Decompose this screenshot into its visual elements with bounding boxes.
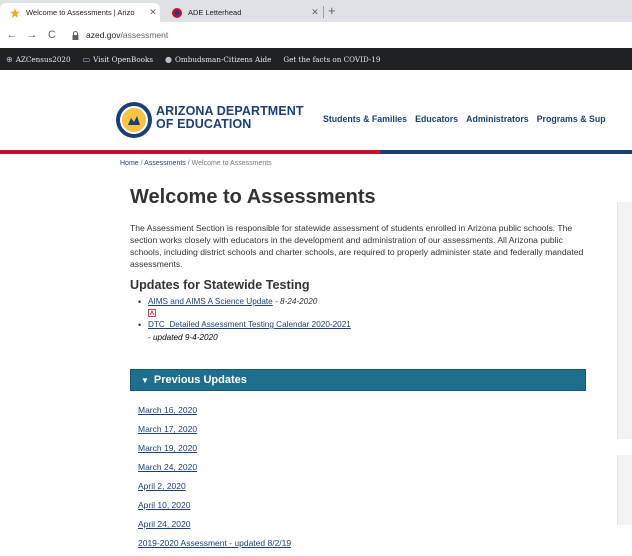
sidebar-panel-secondary — [617, 455, 632, 525]
dtc-calendar-link[interactable]: DTC_Detailed Assessment Testing Calendar… — [148, 320, 351, 329]
globe-icon: ⊕ — [6, 54, 13, 64]
list-item: DTC_Detailed Assessment Testing Calendar… — [138, 319, 351, 331]
breadcrumb-separator: / — [187, 160, 190, 167]
site-header: ARIZONA DEPARTMENT OF EDUCATION Students… — [0, 70, 632, 150]
bookmark-label: AZCensus2020 — [15, 54, 71, 64]
updates-heading: Updates for Statewide Testing — [130, 278, 310, 292]
list-item: March 17, 2020 — [138, 423, 291, 442]
brand-line-2: OF EDUCATION — [156, 117, 252, 131]
bookmark-label: Get the facts on COVID-19 — [283, 54, 381, 64]
bookmarks-bar: ⊕ AZCensus2020 ▭ Visit OpenBooks ● Ombudsma… — [0, 48, 632, 70]
bookmark-azcensus[interactable]: ⊕ AZCensus2020 — [6, 55, 71, 64]
previous-updates-accordion[interactable]: ▼ Previous Updates — [130, 369, 586, 391]
breadcrumb-assessments[interactable]: Assessments — [144, 160, 186, 167]
list-item: March 19, 2020 — [138, 442, 291, 461]
person-icon: ● — [165, 54, 173, 64]
tab-title: ADE Letterhead — [188, 8, 242, 17]
previous-update-link[interactable]: April 2, 2020 — [138, 481, 186, 491]
update-date: - 8-24-2020 — [272, 297, 318, 306]
list-item: AIMS and AIMS A Science Update - 8-24-20… — [138, 296, 351, 317]
ade-favicon-icon — [172, 7, 182, 18]
list-item: April 2, 2020 — [138, 480, 291, 499]
previous-update-link[interactable]: March 16, 2020 — [138, 405, 197, 415]
previous-update-link[interactable]: April 10, 2020 — [138, 500, 190, 510]
book-icon: ▭ — [82, 54, 91, 64]
close-tab-icon[interactable]: ✕ — [308, 7, 322, 18]
bookmark-openbooks[interactable]: ▭ Visit OpenBooks — [83, 55, 153, 64]
previous-updates-list: March 16, 2020 March 17, 2020 March 19, … — [138, 404, 291, 556]
bookmark-covid[interactable]: Get the facts on COVID-19 — [283, 55, 380, 64]
bookmark-label: Visit OpenBooks — [93, 54, 154, 64]
list-item: March 16, 2020 — [138, 404, 291, 423]
list-item: April 24, 2020 — [138, 518, 291, 537]
aims-science-update-link[interactable]: AIMS and AIMS A Science Update — [148, 297, 273, 306]
previous-update-link[interactable]: March 24, 2020 — [138, 462, 197, 472]
nav-programs-support[interactable]: Programs & Sup — [537, 114, 606, 124]
updates-list: AIMS and AIMS A Science Update - 8-24-20… — [138, 296, 351, 331]
previous-update-link[interactable]: April 24, 2020 — [138, 519, 190, 529]
forward-arrow-icon[interactable]: → — [24, 29, 40, 41]
previous-update-link[interactable]: 2019-2020 Assessment - updated 8/2/19 — [138, 538, 291, 548]
tab-ade-letterhead[interactable]: ADE Letterhead ✕ — [162, 3, 322, 22]
list-item: March 24, 2020 — [138, 461, 291, 480]
browser-tab-bar: Welcome to Assessments | Arizo ✕ ADE Let… — [0, 0, 632, 22]
page-title: Welcome to Assessments — [130, 186, 376, 208]
tab-title: Welcome to Assessments | Arizo — [26, 8, 135, 17]
back-arrow-icon[interactable]: ← — [4, 29, 20, 41]
sidebar-panel — [617, 202, 632, 439]
site-brand[interactable]: ARIZONA DEPARTMENT OF EDUCATION — [156, 105, 304, 131]
nav-administrators[interactable]: Administrators — [466, 114, 529, 124]
caret-down-icon: ▼ — [141, 375, 149, 385]
bookmark-label: Ombudsman-Citizens Aide — [175, 54, 272, 64]
accordion-label: Previous Updates — [153, 374, 247, 386]
list-item: 2019-2020 Assessment - updated 8/2/19 — [138, 537, 291, 556]
url-field[interactable]: azed.gov/assessment — [86, 30, 168, 40]
breadcrumb-current: Welcome to Assessments — [191, 160, 272, 167]
update-note: - updated 9-4-2020 — [148, 333, 218, 342]
bookmark-ombudsman[interactable]: ● Ombudsman-Citizens Aide — [165, 55, 271, 64]
list-item: April 10, 2020 — [138, 499, 291, 518]
previous-update-link[interactable]: March 17, 2020 — [138, 424, 197, 434]
breadcrumb-home[interactable]: Home — [120, 160, 139, 167]
header-divider-bar — [0, 150, 632, 154]
nav-educators[interactable]: Educators — [415, 114, 458, 124]
nav-students-families[interactable]: Students & Families — [323, 114, 407, 124]
pdf-file-icon[interactable] — [148, 309, 156, 317]
reload-icon[interactable]: C — [44, 29, 60, 41]
intro-paragraph: The Assessment Section is responsible fo… — [130, 223, 584, 269]
close-tab-icon[interactable]: ✕ — [146, 7, 160, 18]
main-nav: Students & Families Educators Administra… — [323, 114, 614, 124]
url-domain: azed.gov — [86, 30, 121, 40]
browser-toolbar: ← → C azed.gov/assessment — [0, 22, 632, 49]
new-tab-icon[interactable]: + — [328, 3, 336, 19]
tab-welcome-to-assessments[interactable]: Welcome to Assessments | Arizo ✕ — [0, 3, 160, 22]
seal-icon — [120, 106, 148, 134]
star-favicon-icon — [10, 7, 20, 18]
previous-update-link[interactable]: March 19, 2020 — [138, 443, 197, 453]
tab-divider — [323, 6, 324, 18]
url-path: /assessment — [120, 30, 169, 40]
lock-icon[interactable] — [70, 30, 80, 40]
ade-seal-logo[interactable] — [116, 102, 152, 138]
breadcrumb-separator: / — [140, 160, 143, 167]
breadcrumb: Home / Assessments / Welcome to Assessme… — [120, 160, 272, 167]
